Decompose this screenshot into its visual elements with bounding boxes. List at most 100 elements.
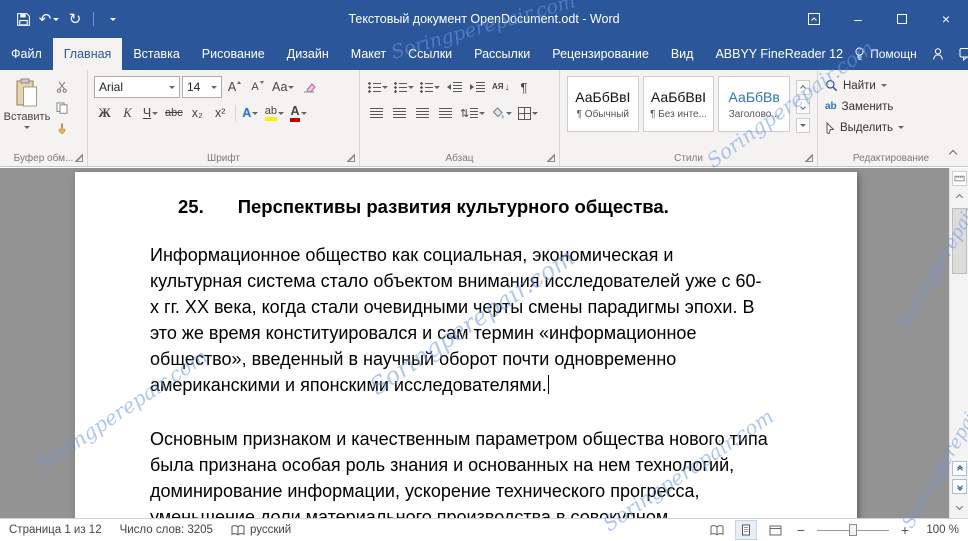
justify-button[interactable]	[435, 102, 456, 124]
page-indicator[interactable]: Страница 1 из 12	[9, 524, 102, 536]
tab-draw[interactable]: Рисование	[191, 38, 276, 70]
paragraph-dialog-launcher-icon[interactable]	[547, 154, 555, 162]
previous-page-button[interactable]	[952, 461, 967, 476]
paste-button[interactable]: Вставить	[3, 74, 51, 146]
dropdown-arrow-icon	[532, 111, 539, 115]
read-mode-button[interactable]	[707, 521, 727, 539]
font-name-combo[interactable]: Arial	[94, 76, 180, 98]
tab-design[interactable]: Дизайн	[276, 38, 340, 70]
sort-arrow-icon: ↓	[504, 81, 510, 93]
style-normal[interactable]: АаБбВвІ ¶ Обычный	[567, 76, 639, 132]
styles-dialog-launcher-icon[interactable]	[805, 154, 813, 162]
feedback-button[interactable]	[959, 47, 968, 61]
font-color-button[interactable]: А	[288, 102, 309, 124]
maximize-button[interactable]	[880, 0, 924, 38]
cut-button[interactable]	[51, 78, 72, 96]
font-dialog-launcher-icon[interactable]	[347, 154, 355, 162]
tab-view[interactable]: Вид	[660, 38, 705, 70]
heading-number: 25.	[178, 196, 204, 217]
editing-group-label: Редактирование	[852, 153, 930, 164]
scroll-down-button[interactable]	[952, 499, 967, 514]
paste-label: Вставить	[3, 111, 51, 123]
print-layout-button[interactable]	[735, 520, 757, 540]
italic-button[interactable]: К	[117, 102, 138, 124]
web-layout-icon	[769, 525, 781, 535]
align-right-button[interactable]	[412, 102, 433, 124]
replace-button[interactable]: ab Заменить	[825, 97, 957, 116]
zoom-in-button[interactable]: +	[898, 522, 912, 538]
ruler-toggle-button[interactable]	[952, 171, 967, 186]
style-heading1[interactable]: АаБбВв Заголово...	[718, 76, 791, 132]
word-count-indicator[interactable]: Число слов: 3205	[120, 524, 213, 536]
shading-button[interactable]	[489, 102, 514, 124]
tell-me-assistant-button[interactable]: Помощн	[854, 47, 917, 61]
increase-indent-button[interactable]	[467, 76, 488, 98]
tab-mailings[interactable]: Рассылки	[463, 38, 541, 70]
bold-button[interactable]: Ж	[94, 102, 115, 124]
sort-button[interactable]: АЯ ↓	[490, 76, 512, 98]
zoom-slider-thumb[interactable]	[849, 524, 857, 536]
bullets-button[interactable]	[366, 76, 390, 98]
text-effects-button[interactable]: А	[240, 102, 261, 124]
line-spacing-button[interactable]: ⇅	[458, 102, 487, 124]
comment-icon	[959, 48, 968, 61]
customize-quick-access-button[interactable]	[101, 7, 123, 31]
account-button[interactable]	[931, 47, 945, 61]
tab-review[interactable]: Рецензирование	[541, 38, 660, 70]
highlight-color-button[interactable]: ab	[263, 102, 286, 124]
underline-button[interactable]: Ч	[140, 102, 161, 124]
tab-layout[interactable]: Макет	[340, 38, 397, 70]
multilevel-list-button[interactable]	[418, 76, 442, 98]
select-button[interactable]: Выделить	[825, 118, 957, 137]
styles-scroll-up-button[interactable]	[796, 80, 811, 95]
align-center-button[interactable]	[389, 102, 410, 124]
copy-button[interactable]	[51, 99, 72, 117]
collapse-ribbon-button[interactable]	[944, 147, 962, 161]
style-preview: АаБбВв	[728, 88, 780, 105]
subscript-button[interactable]: x₂	[187, 102, 208, 124]
close-button[interactable]: ×	[924, 0, 968, 38]
font-size-combo[interactable]: 14	[182, 76, 222, 98]
clipboard-dialog-launcher-icon[interactable]	[75, 154, 83, 162]
tab-abbyy-finereader[interactable]: ABBYY FineReader 12	[704, 38, 854, 70]
tab-label: Вставка	[133, 47, 180, 61]
find-button[interactable]: Найти	[825, 76, 957, 95]
strikethrough-button[interactable]: abc	[163, 102, 185, 124]
web-layout-button[interactable]	[765, 521, 785, 539]
show-paragraph-marks-button[interactable]: ¶	[514, 76, 535, 98]
save-button[interactable]	[12, 7, 34, 31]
document-page[interactable]: 25. Перспективы развития культурного общ…	[75, 172, 857, 518]
shrink-font-button[interactable]: А	[247, 76, 268, 98]
numbering-button[interactable]	[392, 76, 416, 98]
ribbon-display-options-button[interactable]	[792, 0, 836, 38]
borders-button[interactable]	[516, 102, 540, 124]
ruler-icon	[954, 175, 965, 182]
zoom-level-label[interactable]: 100 %	[921, 524, 959, 536]
undo-button[interactable]: ↶	[38, 7, 60, 31]
clear-formatting-button[interactable]	[298, 76, 319, 98]
style-preview: АаБбВвІ	[650, 88, 707, 105]
dropdown-arrow-icon	[898, 126, 905, 129]
grow-font-button[interactable]: А	[224, 76, 245, 98]
tab-file[interactable]: Файл	[0, 38, 53, 70]
superscript-button[interactable]: x²	[210, 102, 231, 124]
decrease-indent-button[interactable]	[444, 76, 465, 98]
styles-more-button[interactable]	[796, 118, 811, 133]
change-case-button[interactable]: Аа	[270, 76, 296, 98]
tab-references[interactable]: Ссылки	[397, 38, 463, 70]
format-painter-button[interactable]	[51, 120, 72, 138]
tab-insert[interactable]: Вставка	[122, 38, 190, 70]
proofing-book-icon	[231, 524, 245, 535]
zoom-out-button[interactable]: −	[794, 522, 808, 538]
redo-button[interactable]: ↻	[64, 7, 86, 31]
next-page-button[interactable]	[952, 479, 967, 494]
scroll-up-button[interactable]	[952, 190, 967, 205]
minimize-button[interactable]: –	[836, 0, 880, 38]
tab-home[interactable]: Главная	[52, 38, 123, 70]
scrollbar-thumb[interactable]	[952, 208, 967, 274]
proofing-status[interactable]: русский	[231, 524, 291, 536]
styles-scroll-down-button[interactable]	[796, 99, 811, 114]
zoom-slider[interactable]	[817, 523, 889, 537]
align-left-button[interactable]	[366, 102, 387, 124]
style-no-spacing[interactable]: АаБбВвІ ¶ Без инте...	[642, 76, 715, 132]
